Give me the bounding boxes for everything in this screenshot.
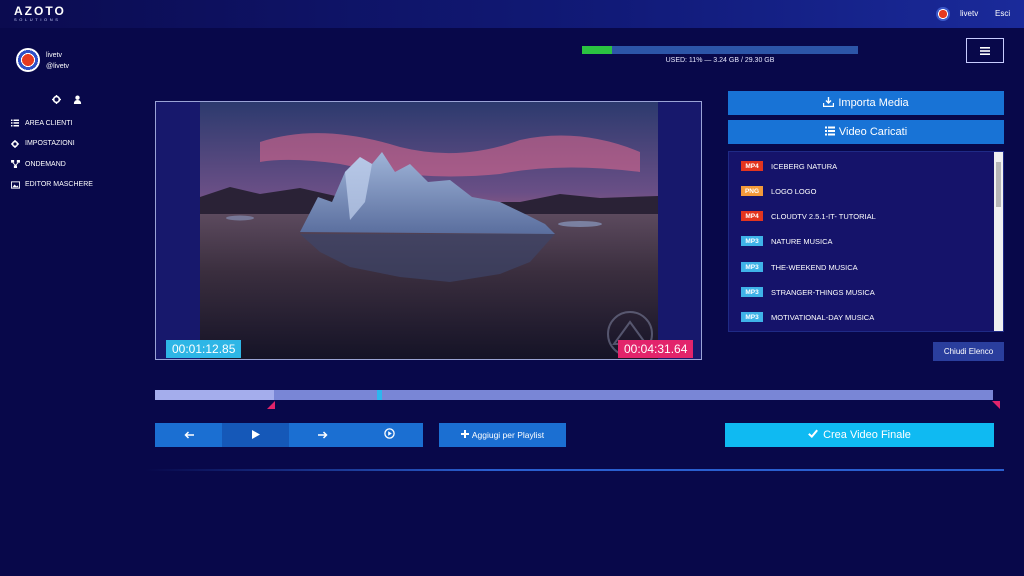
user-icon[interactable] xyxy=(73,91,82,109)
media-name: CLOUDTV 2.5.1-IT- TUTORIAL xyxy=(771,211,876,221)
video-player[interactable]: 00:01:12.85 00:04:31.64 xyxy=(155,101,702,360)
sidebar-item-label: ONDEMAND xyxy=(25,160,66,168)
close-list-button[interactable]: Chiudi Elenco xyxy=(933,342,1004,361)
check-icon xyxy=(808,429,819,441)
file-type-badge: MP3 xyxy=(741,287,763,297)
list-icon xyxy=(10,118,20,128)
file-type-badge: MP3 xyxy=(741,312,763,322)
top-bar: AZOTO SOLUTIONS livetv Esci xyxy=(0,0,1024,28)
list-item[interactable]: MP3 THE-WEEKEND MUSICA xyxy=(741,261,858,273)
list-item[interactable]: PNG LOGO LOGO xyxy=(741,185,816,197)
sidebar-item-impostazioni[interactable]: IMPOSTAZIONI xyxy=(10,134,93,155)
profile-avatar xyxy=(16,48,40,72)
add-to-playlist-button[interactable]: Aggiugi per Playlist xyxy=(439,423,566,447)
profile-tools xyxy=(52,91,82,109)
media-list-scrollbar[interactable] xyxy=(994,152,1003,331)
network-icon xyxy=(10,159,20,169)
play-circle-icon xyxy=(384,426,395,444)
image-icon xyxy=(10,180,20,190)
azoto-logo[interactable]: AZOTO SOLUTIONS xyxy=(14,5,66,25)
list-icon xyxy=(824,126,835,139)
next-button[interactable] xyxy=(289,423,356,447)
create-final-video-label: Crea Video Finale xyxy=(823,429,911,441)
previous-button[interactable] xyxy=(155,423,222,447)
section-divider xyxy=(145,469,1004,471)
add-to-playlist-label: Aggiugi per Playlist xyxy=(471,430,545,440)
timeline-playhead[interactable] xyxy=(377,390,382,400)
sidebar-item-editor-maschere[interactable]: EDITOR MASCHERE xyxy=(10,175,93,196)
plus-icon xyxy=(460,430,469,440)
logo-subtext: SOLUTIONS xyxy=(14,17,61,22)
profile-handle: @livetv xyxy=(46,63,70,70)
gear-icon xyxy=(10,139,20,149)
sidebar-item-area-clienti[interactable]: AREA CLIENTI xyxy=(10,113,93,134)
profile-name: livetv xyxy=(46,52,62,59)
arrow-right-icon xyxy=(317,426,328,444)
sidebar: livetv @livetv AREA CLIENTI IMPOSTAZIONI… xyxy=(0,28,140,576)
import-media-button[interactable]: Importa Media xyxy=(728,91,1004,115)
play-button[interactable] xyxy=(222,423,289,447)
create-final-video-button[interactable]: Crea Video Finale xyxy=(725,423,994,447)
list-item[interactable]: MP3 STRANGER-THINGS MUSICA xyxy=(741,286,875,298)
sidebar-item-label: AREA CLIENTI xyxy=(25,119,73,127)
sidebar-item-label: EDITOR MASCHERE xyxy=(25,181,93,189)
play-icon xyxy=(251,426,260,444)
import-media-label: Importa Media xyxy=(838,97,909,109)
gear-icon[interactable] xyxy=(52,91,61,109)
file-type-badge: MP3 xyxy=(741,262,763,272)
sidebar-item-label: IMPOSTAZIONI xyxy=(25,140,75,148)
list-item[interactable]: MP4 ICEBERG NATURA xyxy=(741,160,837,172)
media-name: STRANGER-THINGS MUSICA xyxy=(771,287,875,297)
storage-usage-text: USED: 11% — 3.24 GB / 29.30 GB xyxy=(665,57,775,64)
current-time-label: 00:01:12.85 xyxy=(166,340,242,358)
list-item[interactable]: MP4 CLOUDTV 2.5.1-IT- TUTORIAL xyxy=(741,210,876,222)
logo-text: AZOTO xyxy=(14,4,66,18)
uploaded-videos-label: Video Caricati xyxy=(838,126,908,138)
arrow-left-icon xyxy=(183,426,194,444)
sidebar-menu: AREA CLIENTI IMPOSTAZIONI ONDEMAND EDITO… xyxy=(10,113,93,195)
media-name: NATURE MUSICA xyxy=(771,236,833,246)
total-time-label: 00:04:31.64 xyxy=(618,340,694,358)
playback-controls xyxy=(155,423,423,447)
upload-icon xyxy=(823,96,835,110)
video-frame-image xyxy=(200,102,658,359)
media-list: MP4 ICEBERG NATURA PNG LOGO LOGO MP4 CLO… xyxy=(728,151,1004,332)
preview-button[interactable] xyxy=(356,423,423,447)
media-name: THE-WEEKEND MUSICA xyxy=(771,262,858,272)
list-item[interactable]: MP3 NATURE MUSICA xyxy=(741,235,833,247)
media-name: LOGO LOGO xyxy=(771,186,817,196)
menu-button[interactable] xyxy=(966,38,1004,63)
sidebar-item-ondemand[interactable]: ONDEMAND xyxy=(10,154,93,175)
hamburger-icon xyxy=(980,42,990,60)
media-name: ICEBERG NATURA xyxy=(771,161,838,171)
storage-bar xyxy=(582,46,858,54)
file-type-badge: MP4 xyxy=(741,161,763,171)
scrollbar-thumb[interactable] xyxy=(996,162,1001,207)
logout-link[interactable]: Esci xyxy=(995,9,1010,18)
trim-start-marker[interactable] xyxy=(267,401,275,409)
media-name: MOTIVATIONAL-DAY MUSICA xyxy=(771,312,875,322)
timeline-track[interactable] xyxy=(155,390,993,400)
user-avatar-icon[interactable] xyxy=(936,7,950,21)
username-link[interactable]: livetv xyxy=(960,9,978,18)
file-type-badge: MP3 xyxy=(741,236,763,246)
file-type-badge: MP4 xyxy=(741,211,763,221)
storage-bar-fill xyxy=(582,46,613,54)
file-type-badge: PNG xyxy=(741,186,763,196)
list-item[interactable]: MP3 MOTIVATIONAL-DAY MUSICA xyxy=(741,311,874,323)
uploaded-videos-button[interactable]: Video Caricati xyxy=(728,120,1004,144)
timeline-played xyxy=(155,390,274,400)
trim-end-marker[interactable] xyxy=(992,401,1000,409)
